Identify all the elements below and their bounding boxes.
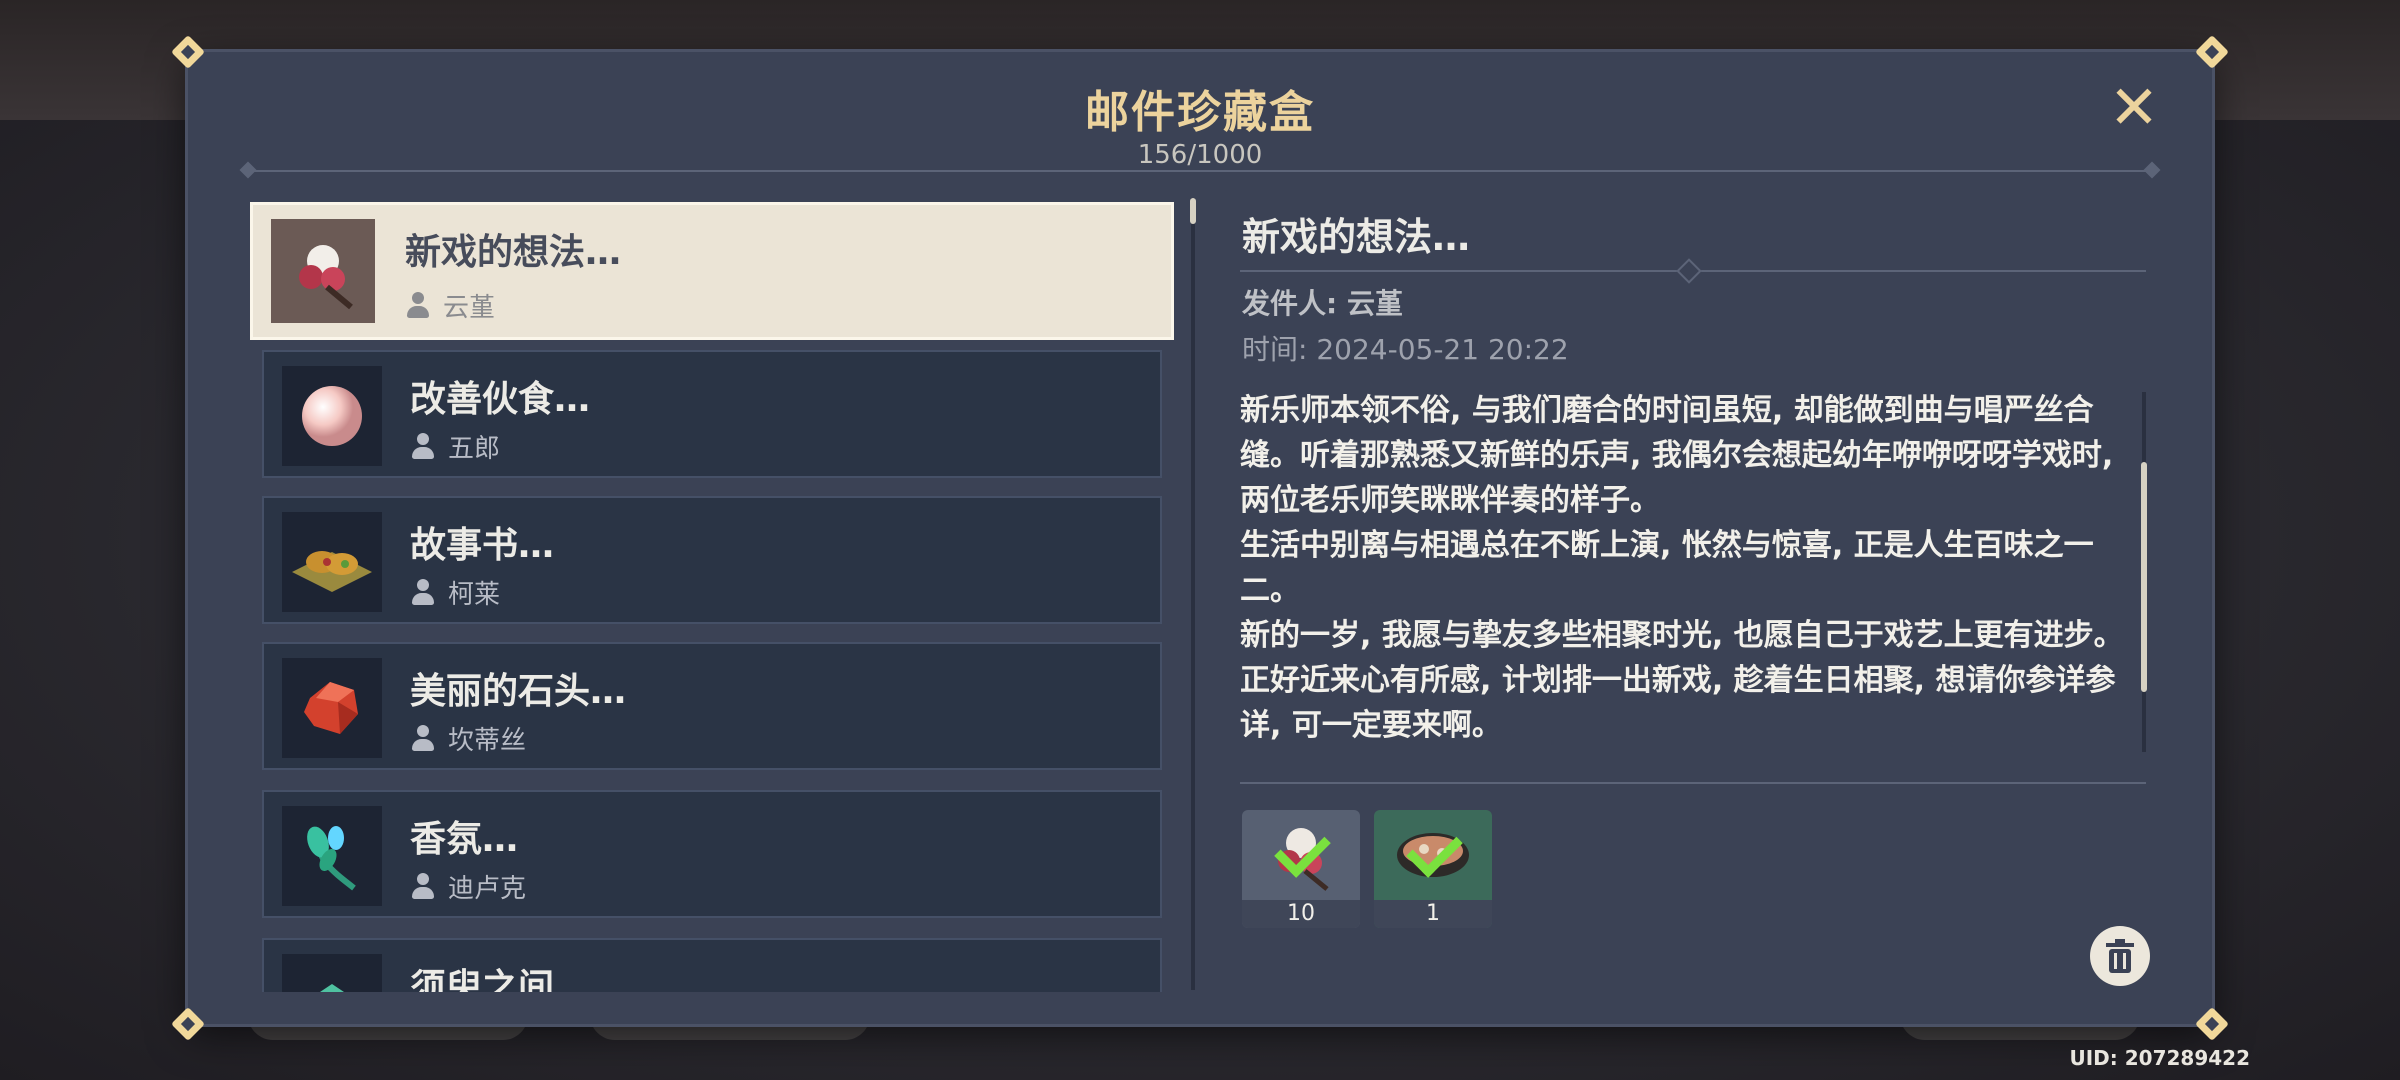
flower-bouquet-icon bbox=[271, 219, 375, 323]
mail-sender: 五郎 bbox=[410, 428, 500, 465]
mail-item[interactable]: 新戏的想法… 云堇 bbox=[250, 202, 1174, 340]
mail-body-scrollbar[interactable] bbox=[2141, 392, 2147, 752]
mail-sender: 迪卢克 bbox=[410, 868, 526, 905]
mail-item[interactable]: 香氛… 迪卢克 bbox=[262, 790, 1162, 918]
food-plate-icon bbox=[282, 512, 382, 612]
mail-title: 美丽的石头… bbox=[410, 671, 627, 712]
mail-collection-dialog: 邮件珍藏盒 156/1000 ✕ 新戏的想法… 云堇 改善伙食… 五郎 故事书…… bbox=[188, 52, 2212, 1024]
red-gem-icon bbox=[282, 658, 382, 758]
close-button[interactable]: ✕ bbox=[2106, 78, 2162, 138]
dialog-title: 邮件珍藏盒 bbox=[1085, 87, 1315, 138]
pearl-icon bbox=[282, 366, 382, 466]
attachment-quantity: 1 bbox=[1374, 900, 1492, 928]
mail-item[interactable]: 须臾之间… bbox=[262, 938, 1162, 992]
mail-paragraph: 生活中别离与相遇总在不断上演, 怅然与惊喜, 正是人生百味之一二。 bbox=[1240, 528, 2094, 608]
person-icon bbox=[410, 578, 436, 607]
mail-item[interactable]: 故事书… 柯莱 bbox=[262, 496, 1162, 624]
mail-count: 156/1000 bbox=[1137, 140, 1263, 170]
mail-title: 故事书… bbox=[410, 525, 555, 566]
scrollbar-thumb[interactable] bbox=[2141, 462, 2147, 692]
mail-paragraph: 新乐师本领不俗, 与我们磨合的时间虽短, 却能做到曲与唱严丝合缝。听着那熟悉又新… bbox=[1240, 393, 2114, 518]
corner-ornament bbox=[170, 1006, 206, 1042]
person-icon bbox=[410, 432, 436, 461]
mail-title: 新戏的想法… bbox=[405, 232, 622, 273]
mail-body: 新乐师本领不俗, 与我们磨合的时间虽短, 却能做到曲与唱严丝合缝。听着那熟悉又新… bbox=[1240, 388, 2130, 766]
mail-sender: 柯莱 bbox=[410, 574, 500, 611]
mail-sender-line: 发件人: 云堇 bbox=[1242, 287, 1403, 320]
mail-detail-title: 新戏的想法… bbox=[1242, 215, 1471, 259]
scrollbar-thumb[interactable] bbox=[1190, 198, 1196, 224]
header-divider bbox=[239, 161, 2161, 179]
corner-ornament bbox=[2194, 1006, 2230, 1042]
mail-title: 改善伙食… bbox=[410, 379, 591, 420]
person-icon bbox=[410, 872, 436, 901]
mail-title: 香氛… bbox=[410, 819, 519, 860]
corner-ornament bbox=[2194, 34, 2230, 70]
trash-icon bbox=[2106, 939, 2134, 973]
person-icon bbox=[405, 291, 431, 320]
mail-sender: 坎蒂丝 bbox=[410, 720, 526, 757]
person-icon bbox=[410, 724, 436, 753]
blue-flower-icon bbox=[282, 806, 382, 906]
mail-title: 须臾之间… bbox=[410, 967, 591, 992]
close-icon: ✕ bbox=[2108, 73, 2160, 143]
mail-time-line: 时间: 2024-05-21 20:22 bbox=[1242, 333, 1569, 366]
attachment-divider bbox=[1240, 782, 2146, 784]
corner-ornament bbox=[170, 34, 206, 70]
delete-mail-button[interactable] bbox=[2090, 926, 2150, 986]
mail-list[interactable]: 新戏的想法… 云堇 改善伙食… 五郎 故事书… 柯莱 美丽的石头… 坎蒂丝 香氛… bbox=[250, 202, 1190, 992]
attachment-item[interactable]: 10 bbox=[1242, 810, 1360, 928]
attachment-quantity: 10 bbox=[1242, 900, 1360, 928]
green-leaf-icon bbox=[282, 954, 382, 992]
mail-sender: 云堇 bbox=[405, 287, 495, 324]
detail-divider bbox=[1240, 258, 2146, 284]
player-uid: UID: 207289422 bbox=[2069, 1046, 2251, 1070]
mail-paragraph: 新的一岁, 我愿与挚友多些相聚时光, 也愿自己于戏艺上更有进步。正好近来心有所感… bbox=[1240, 618, 2124, 743]
mail-list-scrollbar[interactable] bbox=[1190, 198, 1196, 990]
attachment-item[interactable]: 1 bbox=[1374, 810, 1492, 928]
mail-item[interactable]: 美丽的石头… 坎蒂丝 bbox=[262, 642, 1162, 770]
mail-item[interactable]: 改善伙食… 五郎 bbox=[262, 350, 1162, 478]
